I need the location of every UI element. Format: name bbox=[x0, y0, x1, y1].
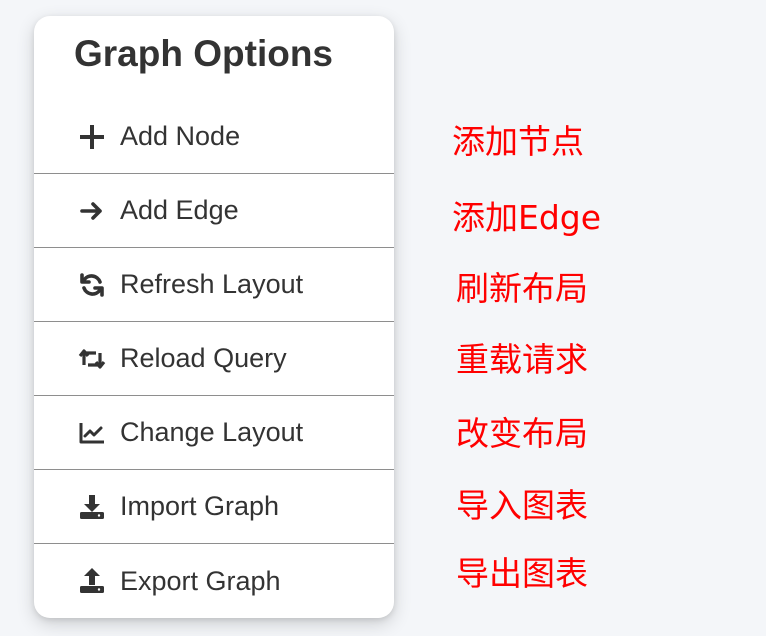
annotation-export-graph: 导出图表 bbox=[456, 554, 588, 593]
annotation-add-edge: 添加Edge bbox=[452, 198, 602, 237]
menu-title: Graph Options bbox=[74, 33, 333, 74]
export-graph-label: Export Graph bbox=[120, 565, 281, 596]
annotation-refresh-layout: 刷新布局 bbox=[456, 269, 588, 308]
annotation-change-layout: 改变布局 bbox=[456, 414, 588, 453]
annotation-add-node: 添加节点 bbox=[452, 122, 584, 161]
reload-query-button[interactable]: Reload Query bbox=[34, 322, 394, 396]
arrow-right-icon bbox=[78, 197, 106, 225]
import-graph-label: Import Graph bbox=[120, 491, 280, 521]
retweet-icon bbox=[78, 345, 106, 373]
menu-list: Add Node Add Edge Refresh Layout Reload … bbox=[34, 100, 394, 618]
download-icon bbox=[78, 493, 106, 521]
change-layout-label: Change Layout bbox=[120, 417, 304, 447]
refresh-layout-button[interactable]: Refresh Layout bbox=[34, 248, 394, 322]
import-graph-button[interactable]: Import Graph bbox=[34, 470, 394, 544]
add-node-button[interactable]: Add Node bbox=[34, 100, 394, 174]
export-graph-button[interactable]: Export Graph bbox=[34, 544, 394, 618]
line-chart-icon bbox=[78, 419, 106, 447]
graph-options-menu: Graph Options Add Node Add Edge Refresh … bbox=[34, 16, 394, 618]
upload-icon bbox=[78, 567, 106, 595]
add-node-label: Add Node bbox=[120, 121, 241, 151]
annotation-import-graph: 导入图表 bbox=[456, 486, 588, 525]
add-edge-button[interactable]: Add Edge bbox=[34, 174, 394, 248]
add-edge-label: Add Edge bbox=[120, 195, 239, 225]
reload-query-label: Reload Query bbox=[120, 343, 287, 373]
refresh-layout-label: Refresh Layout bbox=[120, 269, 304, 299]
plus-icon bbox=[78, 123, 106, 151]
change-layout-button[interactable]: Change Layout bbox=[34, 396, 394, 470]
annotation-reload-query: 重载请求 bbox=[456, 340, 588, 379]
refresh-icon bbox=[78, 271, 106, 299]
